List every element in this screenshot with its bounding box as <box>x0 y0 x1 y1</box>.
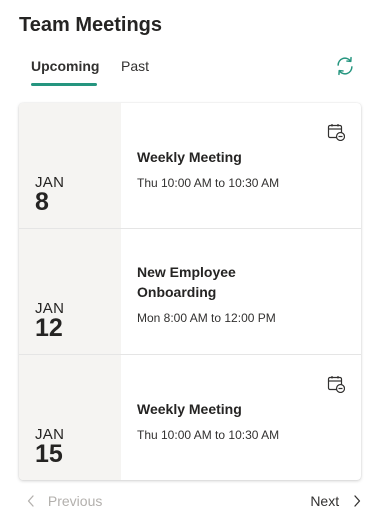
meeting-title: Weekly Meeting <box>137 401 242 417</box>
date-block: JAN 12 <box>19 229 121 354</box>
active-tab-indicator <box>31 83 97 86</box>
meeting-title: Weekly Meeting <box>137 149 242 165</box>
tab-past[interactable]: Past <box>121 55 149 77</box>
meeting-info: Weekly Meeting Thu 10:00 AM to 10:30 AM <box>137 399 347 442</box>
meeting-item[interactable]: JAN 15 Weekly Meeting Thu 10:00 AM to 10… <box>19 355 361 480</box>
refresh-icon[interactable] <box>334 55 356 77</box>
previous-label: Previous <box>47 493 103 510</box>
meeting-day: 12 <box>35 314 63 342</box>
next-label: Next <box>310 493 340 510</box>
page-title: Team Meetings <box>19 14 162 36</box>
calendar-cancel-icon[interactable] <box>327 375 345 393</box>
meeting-day: 8 <box>35 188 49 216</box>
meeting-time: Mon 8:00 AM to 12:00 PM <box>137 311 276 325</box>
meeting-title-line2: Onboarding <box>137 284 217 300</box>
tab-bar: Upcoming Past <box>19 55 364 87</box>
meeting-info: New Employee Onboarding Mon 8:00 AM to 1… <box>137 262 347 325</box>
meeting-item[interactable]: JAN 8 Weekly Meeting Thu 10:00 AM to 10:… <box>19 103 361 229</box>
meeting-title: New Employee <box>137 264 236 280</box>
chevron-left-icon <box>27 495 34 507</box>
meeting-info: Weekly Meeting Thu 10:00 AM to 10:30 AM <box>137 147 347 190</box>
meetings-list: JAN 8 Weekly Meeting Thu 10:00 AM to 10:… <box>19 103 361 480</box>
tab-upcoming[interactable]: Upcoming <box>31 55 99 77</box>
previous-button[interactable]: Previous <box>26 491 102 510</box>
meeting-day: 15 <box>35 440 63 468</box>
meeting-time: Thu 10:00 AM to 10:30 AM <box>137 428 280 442</box>
date-block: JAN 15 <box>19 355 121 480</box>
meeting-item[interactable]: JAN 12 New Employee Onboarding Mon 8:00 … <box>19 229 361 355</box>
calendar-cancel-icon[interactable] <box>327 123 345 141</box>
chevron-right-icon <box>354 495 361 507</box>
next-button[interactable]: Next <box>310 491 362 510</box>
meeting-time: Thu 10:00 AM to 10:30 AM <box>137 176 280 190</box>
date-block: JAN 8 <box>19 103 121 228</box>
